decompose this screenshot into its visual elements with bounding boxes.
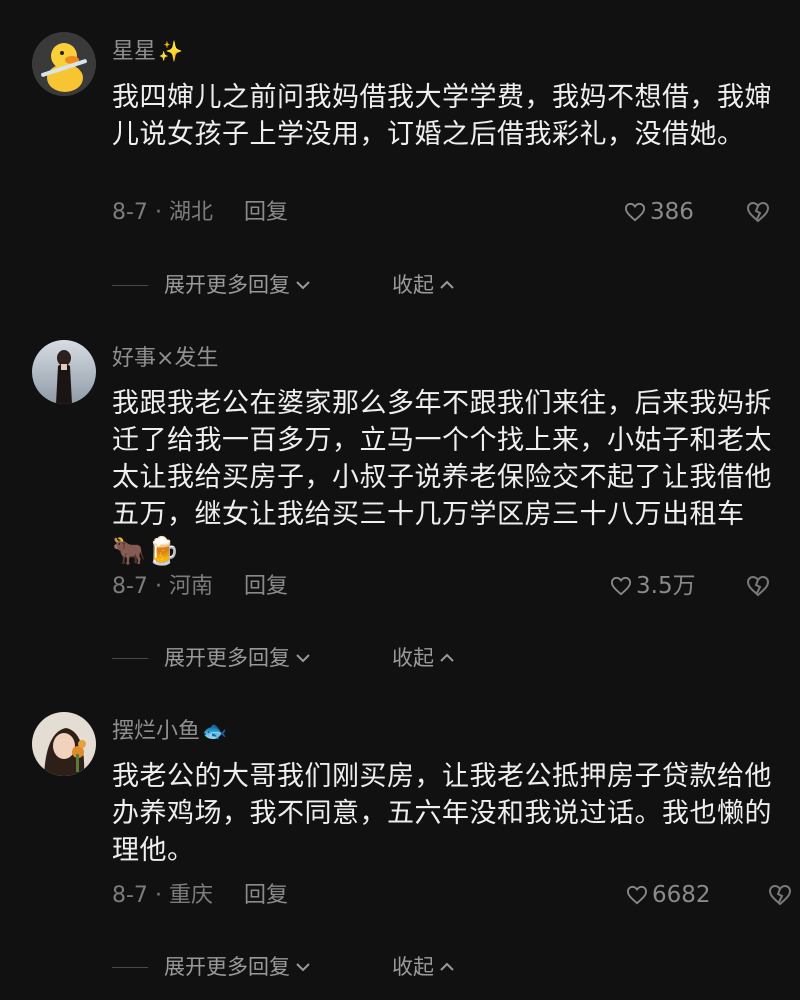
heart-icon xyxy=(624,202,646,222)
collapse-replies-button[interactable]: 收起 xyxy=(392,643,456,673)
collapse-replies-button[interactable]: 收起 xyxy=(392,270,456,300)
username[interactable]: 星星 ✨ xyxy=(112,36,183,67)
comment-date: 8-7 xyxy=(112,883,148,908)
like-count: 386 xyxy=(650,199,694,225)
chevron-down-icon xyxy=(296,963,310,972)
collapse-replies-label[interactable]: 收起 xyxy=(392,643,434,673)
divider-dash xyxy=(112,967,148,968)
chevron-down-icon xyxy=(296,654,310,663)
meta-separator: · xyxy=(154,883,162,908)
like-count: 6682 xyxy=(652,882,711,908)
meta-separator: · xyxy=(154,574,162,599)
like-count: 3.5万 xyxy=(636,573,696,599)
reply-button[interactable]: 回复 xyxy=(244,574,288,599)
expand-replies-label[interactable]: 展开更多回复 xyxy=(164,643,290,673)
comment-text: 我老公的大哥我们刚买房，让我老公抵押房子贷款给他办养鸡场，我不同意，五六年没和我… xyxy=(112,761,772,866)
comment-location: 河南 xyxy=(168,574,213,599)
expand-replies-button[interactable]: 展开更多回复 xyxy=(164,952,312,982)
comment-date: 8-7 xyxy=(112,574,148,599)
collapse-replies-label[interactable]: 收起 xyxy=(392,952,434,982)
comment-text: 我四婶儿之前问我妈借我大学学费，我妈不想借，我婶儿说女孩子上学没用，订婚之后借我… xyxy=(112,82,772,150)
divider-dash xyxy=(112,285,148,286)
reply-button[interactable]: 回复 xyxy=(244,883,288,908)
chevron-down-icon xyxy=(296,281,310,290)
dislike-heart-icon[interactable] xyxy=(768,883,792,907)
like-button[interactable]: 6682 xyxy=(626,880,711,910)
comment-location: 重庆 xyxy=(168,883,213,908)
comment-date: 8-7 xyxy=(112,200,148,225)
comment-location: 湖北 xyxy=(168,200,213,225)
heart-icon xyxy=(626,885,648,905)
avatar[interactable] xyxy=(32,340,96,404)
comment-meta: 8-7 · 重庆 回复 xyxy=(112,881,288,911)
girl-avatar-icon xyxy=(32,712,96,776)
fish-emoji: 🐟 xyxy=(202,719,227,743)
expand-replies-label[interactable]: 展开更多回复 xyxy=(164,952,290,982)
expand-replies-button[interactable]: 展开更多回复 xyxy=(164,643,312,673)
like-button[interactable]: 3.5万 xyxy=(610,571,696,601)
expand-replies-label[interactable]: 展开更多回复 xyxy=(164,270,290,300)
username-text[interactable]: 星星 xyxy=(112,39,156,64)
duck-avatar-icon xyxy=(32,32,96,96)
comment-meta: 8-7 · 湖北 回复 xyxy=(112,198,288,228)
collapse-replies-button[interactable]: 收起 xyxy=(392,952,456,982)
dislike-heart-icon[interactable] xyxy=(746,574,770,598)
woman-avatar-icon xyxy=(32,340,96,404)
avatar[interactable] xyxy=(32,32,96,96)
comment-meta: 8-7 · 河南 回复 xyxy=(112,572,288,602)
divider-dash xyxy=(112,658,148,659)
chevron-up-icon xyxy=(440,962,454,971)
heart-icon xyxy=(610,576,632,596)
like-button[interactable]: 386 xyxy=(624,197,694,227)
comment-text: 我跟我老公在婆家那么多年不跟我们来往，后来我妈拆迁了给我一百多万，立马一个个找上… xyxy=(112,388,772,567)
sparkles-emoji: ✨ xyxy=(158,39,183,63)
username[interactable]: 摆烂小鱼 🐟 xyxy=(112,716,227,747)
username-text[interactable]: 摆烂小鱼 xyxy=(112,719,200,744)
collapse-replies-label[interactable]: 收起 xyxy=(392,270,434,300)
username[interactable]: 好事×发生 xyxy=(112,343,220,374)
expand-replies-button[interactable]: 展开更多回复 xyxy=(164,270,312,300)
chevron-up-icon xyxy=(440,280,454,289)
reply-button[interactable]: 回复 xyxy=(244,200,288,225)
username-text[interactable]: 好事×发生 xyxy=(112,346,218,371)
avatar[interactable] xyxy=(32,712,96,776)
meta-separator: · xyxy=(154,200,162,225)
chevron-up-icon xyxy=(440,653,454,662)
dislike-heart-icon[interactable] xyxy=(746,200,770,224)
